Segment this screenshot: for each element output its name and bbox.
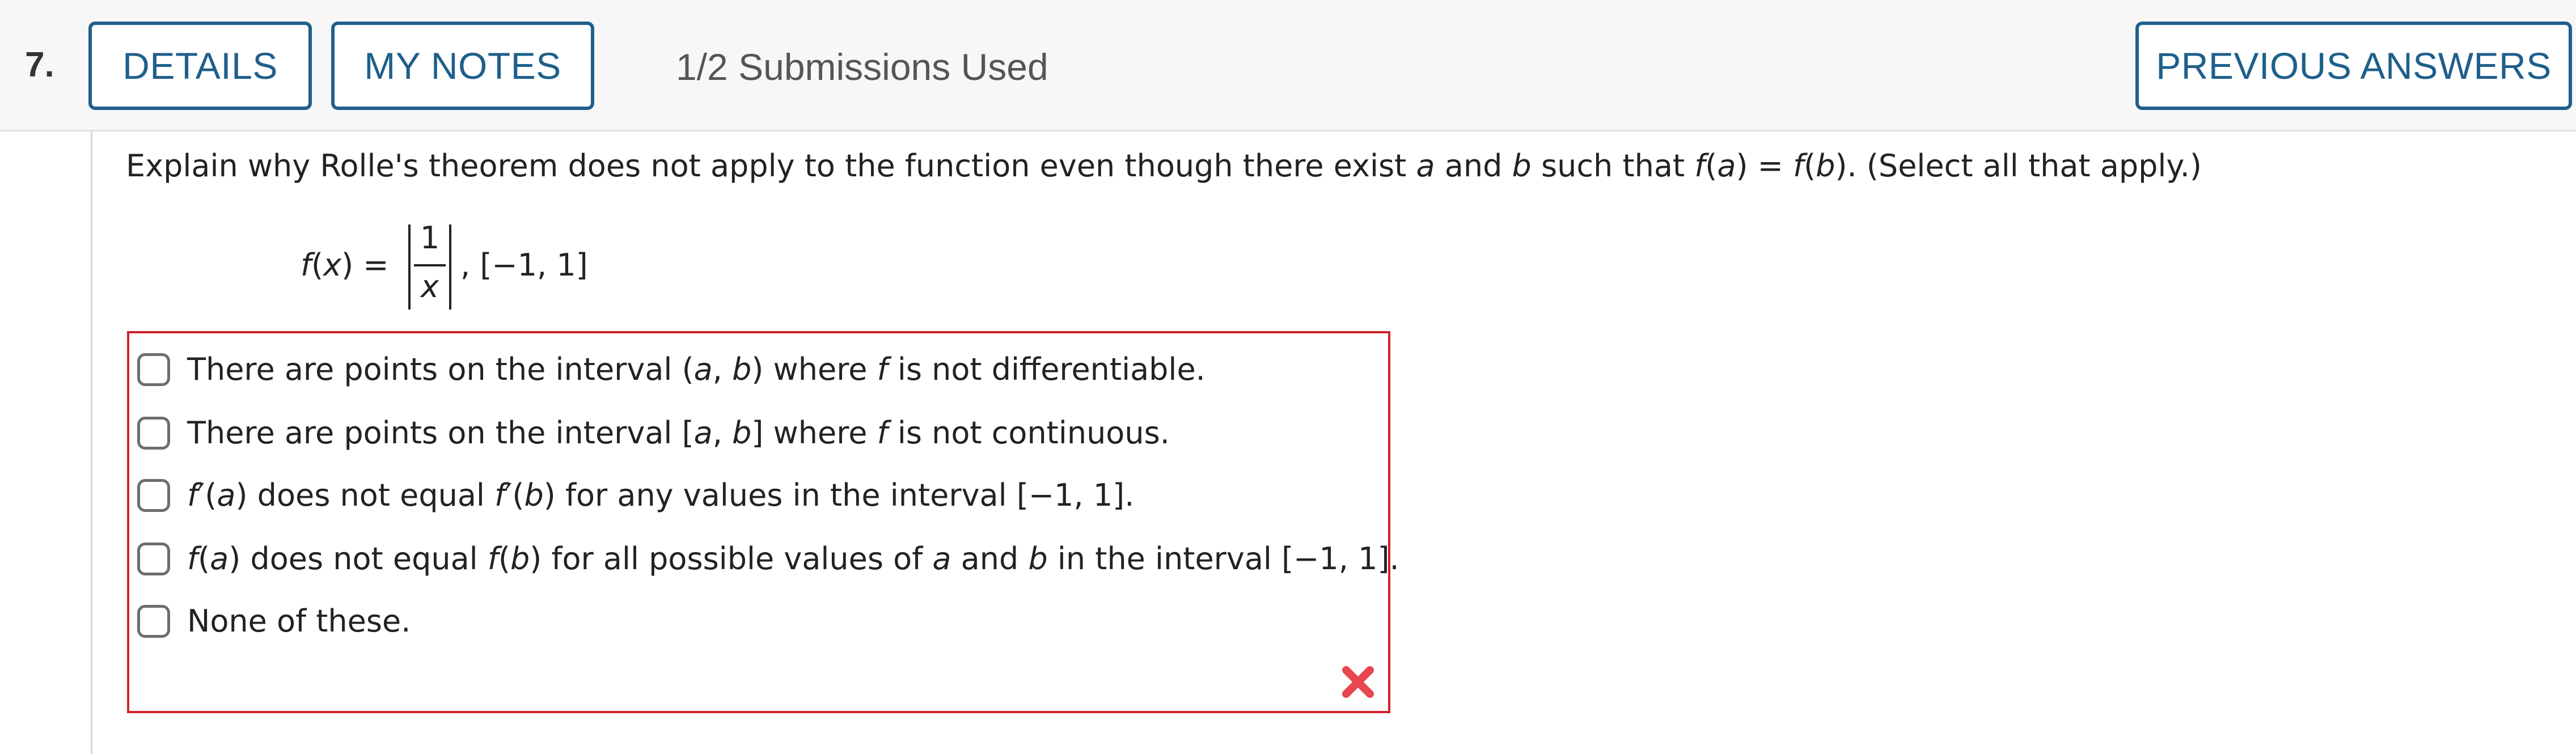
option-5-checkbox[interactable] — [137, 605, 170, 638]
option-5-label: None of these. — [187, 603, 411, 639]
fraction-denominator: x — [421, 269, 439, 304]
fraction-line — [414, 264, 446, 266]
option-3-checkbox[interactable] — [137, 479, 170, 512]
option-1-label: There are points on the interval (a, b) … — [187, 351, 1205, 387]
answer-options-box: There are points on the interval (a, b) … — [127, 331, 1399, 713]
option-4[interactable]: f(a) does not equal f(b) for all possibl… — [137, 537, 1399, 581]
details-button[interactable]: DETAILS — [88, 22, 312, 110]
option-1[interactable]: There are points on the interval (a, b) … — [137, 348, 1205, 391]
question-left-rule — [91, 132, 92, 754]
my-notes-button[interactable]: MY NOTES — [331, 22, 594, 110]
option-5[interactable]: None of these. — [137, 600, 411, 643]
previous-answers-button[interactable]: PREVIOUS ANSWERS — [2135, 22, 2572, 110]
option-3[interactable]: f′(a) does not equal f′(b) for any value… — [137, 474, 1134, 517]
option-3-label: f′(a) does not equal f′(b) for any value… — [187, 477, 1135, 513]
option-2-checkbox[interactable] — [137, 417, 170, 450]
option-1-checkbox[interactable] — [137, 353, 170, 386]
option-2[interactable]: There are points on the interval [a, b] … — [137, 412, 1170, 455]
formula-interval: , [−1, 1] — [460, 247, 588, 283]
question-number: 7. — [25, 45, 54, 84]
option-4-checkbox[interactable] — [137, 543, 170, 575]
abs-bar-right — [449, 224, 451, 310]
option-4-label: f(a) does not equal f(b) for all possibl… — [187, 541, 1399, 577]
submissions-used: 1/2 Submissions Used — [676, 46, 1048, 88]
incorrect-x-icon — [1342, 666, 1374, 698]
formula-lhs: f(x) = — [301, 247, 389, 283]
question-prompt: Explain why Rolle's theorem does not app… — [126, 148, 2202, 184]
abs-bar-left — [408, 224, 411, 310]
fraction-numerator: 1 — [420, 220, 440, 256]
question-header: 7. DETAILS MY NOTES 1/2 Submissions Used… — [0, 0, 2576, 132]
option-2-label: There are points on the interval [a, b] … — [187, 415, 1170, 451]
